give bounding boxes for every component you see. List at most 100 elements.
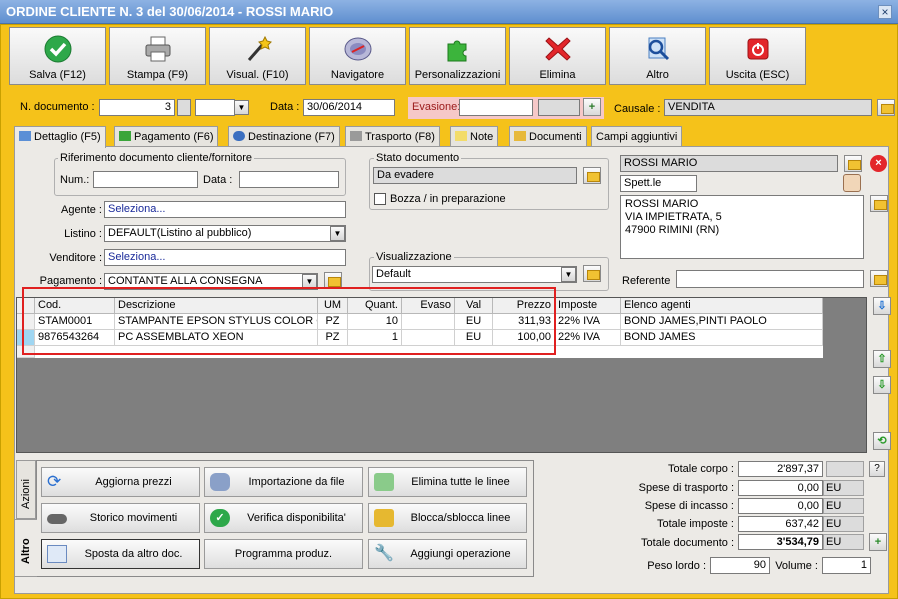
navigator-button[interactable]: Navigatore bbox=[309, 27, 406, 85]
causale-folder-icon[interactable] bbox=[877, 99, 895, 116]
aggiorna-prezzi-button[interactable]: ⟳ Aggiorna prezzi bbox=[41, 467, 200, 497]
referente-label: Referente bbox=[622, 275, 671, 287]
zoom-in-icon[interactable]: + bbox=[869, 533, 887, 551]
visual-folder-icon[interactable] bbox=[583, 265, 601, 282]
tab-note[interactable]: Note bbox=[450, 126, 499, 147]
address-folder-icon[interactable] bbox=[870, 195, 888, 212]
salutation-input[interactable]: Spett.le bbox=[620, 175, 697, 192]
tab-campi-label: Campi aggiuntivi bbox=[596, 131, 678, 143]
zoom-in-icon[interactable]: + bbox=[583, 98, 601, 116]
listino-select[interactable]: DEFAULT(Listino al pubblico) bbox=[104, 225, 346, 242]
rif-num-input[interactable] bbox=[93, 171, 198, 188]
preview-button-label: Visual. (F10) bbox=[226, 69, 289, 81]
sposta-button[interactable]: Sposta da altro doc. bbox=[41, 539, 200, 569]
cliente-folder-icon[interactable] bbox=[844, 155, 862, 172]
person-icon[interactable] bbox=[843, 174, 861, 192]
tab-destinazione[interactable]: Destinazione (F7) bbox=[228, 126, 340, 147]
ndoc-spin[interactable] bbox=[177, 99, 191, 116]
preview-button[interactable]: Visual. (F10) bbox=[209, 27, 306, 85]
chevron-down-icon[interactable]: ▼ bbox=[561, 267, 576, 282]
blocca-button[interactable]: Blocca/sblocca linee bbox=[368, 503, 527, 533]
bozza-checkbox[interactable] bbox=[374, 193, 386, 205]
causale-input[interactable]: VENDITA bbox=[664, 99, 872, 116]
cliente-address[interactable]: ROSSI MARIO VIA IMPIETRATA, 5 47900 RIMI… bbox=[620, 195, 864, 259]
exit-button-label: Uscita (ESC) bbox=[725, 69, 790, 81]
totale-corpo-value: 2'897,37 bbox=[738, 461, 823, 477]
customize-button[interactable]: Personalizzazioni bbox=[409, 27, 506, 85]
tab-altro[interactable]: Altro bbox=[14, 519, 37, 577]
table-cell[interactable]: BOND JAMES bbox=[621, 330, 823, 346]
stato-folder-icon[interactable] bbox=[583, 167, 601, 184]
storico-button[interactable]: Storico movimenti bbox=[41, 503, 200, 533]
aggiungi-operazione-button[interactable]: 🔧 Aggiungi operazione bbox=[368, 539, 527, 569]
button-label: Sposta da altro doc. bbox=[84, 548, 183, 560]
elimina-linee-button[interactable]: Elimina tutte le linee bbox=[368, 467, 527, 497]
magnifier-icon bbox=[648, 37, 669, 61]
peso-value[interactable]: 90 bbox=[710, 557, 770, 574]
note-icon bbox=[455, 131, 467, 141]
delete-button-label: Elimina bbox=[539, 69, 576, 81]
table-cell[interactable]: BOND JAMES,PINTI PAOLO bbox=[621, 314, 823, 330]
agente-input[interactable]: Seleziona... bbox=[104, 201, 346, 218]
button-label: Programma produz. bbox=[234, 548, 333, 560]
check-icon: ✓ bbox=[210, 509, 230, 527]
referente-input[interactable] bbox=[676, 270, 864, 288]
save-button[interactable]: Salva (F12) bbox=[9, 27, 106, 85]
tab-azioni[interactable]: Azioni bbox=[16, 460, 36, 519]
chevron-down-icon[interactable]: ▼ bbox=[330, 226, 345, 241]
totale-imposte-label: Totale imposte : bbox=[656, 518, 734, 530]
button-label: Verifica disponibilita' bbox=[247, 512, 346, 524]
tab-dettaglio[interactable]: Dettaglio (F5) bbox=[14, 126, 106, 148]
visual-select[interactable]: Default bbox=[372, 266, 577, 283]
refresh-icon[interactable]: ⟲ bbox=[873, 432, 891, 450]
delete-button[interactable]: Elimina bbox=[509, 27, 606, 85]
close-button[interactable]: × bbox=[878, 5, 892, 19]
ndoc-suffix-select[interactable] bbox=[195, 99, 235, 116]
cliente-name-input[interactable]: ROSSI MARIO bbox=[620, 155, 838, 172]
exit-button[interactable]: Uscita (ESC) bbox=[709, 27, 806, 85]
col-agenti[interactable]: Elenco agenti bbox=[621, 298, 823, 314]
tab-campi-aggiuntivi[interactable]: Campi aggiuntivi bbox=[591, 126, 683, 147]
date-input[interactable]: 30/06/2014 bbox=[303, 99, 395, 116]
bozza-label: Bozza / in preparazione bbox=[390, 193, 506, 205]
truck-icon bbox=[350, 131, 362, 141]
evasione-time-input[interactable] bbox=[538, 99, 580, 116]
tab-pagamento[interactable]: Pagamento (F6) bbox=[114, 126, 219, 147]
help-button[interactable]: ? bbox=[869, 461, 885, 477]
ndoc-input[interactable]: 3 bbox=[99, 99, 175, 116]
referente-folder-icon[interactable] bbox=[870, 270, 888, 287]
power-icon bbox=[747, 38, 768, 60]
print-button[interactable]: Stampa (F9) bbox=[109, 27, 206, 85]
customize-button-label: Personalizzazioni bbox=[414, 69, 501, 81]
tab-documenti[interactable]: Documenti bbox=[509, 126, 587, 147]
col-imposte[interactable]: Imposte bbox=[555, 298, 621, 314]
remove-icon[interactable]: × bbox=[870, 155, 887, 172]
arrow-down-blue-icon[interactable]: ⇩ bbox=[873, 297, 891, 315]
stato-input[interactable]: Da evadere bbox=[373, 167, 577, 184]
database-import-icon bbox=[210, 473, 230, 491]
tab-note-label: Note bbox=[470, 131, 494, 143]
importazione-button[interactable]: Importazione da file bbox=[204, 467, 363, 497]
evasione-label: Evasione: bbox=[412, 101, 461, 113]
spese-incasso-value[interactable]: 0,00 bbox=[738, 498, 823, 514]
chevron-down-icon[interactable]: ▼ bbox=[234, 100, 249, 115]
rif-date-input[interactable] bbox=[239, 171, 339, 188]
table-cell[interactable]: 22% IVA bbox=[555, 330, 621, 346]
highlight-box bbox=[22, 287, 556, 355]
other-button[interactable]: Altro bbox=[609, 27, 706, 85]
programma-button[interactable]: Programma produz. bbox=[204, 539, 363, 569]
pagamento-label: Pagamento : bbox=[39, 275, 102, 287]
spese-trasporto-value[interactable]: 0,00 bbox=[738, 480, 823, 496]
rif-title: Riferimento documento cliente/fornitore bbox=[58, 152, 254, 164]
arrow-up-icon[interactable]: ⇧ bbox=[873, 350, 891, 368]
evasione-date-input[interactable] bbox=[459, 99, 533, 116]
arrow-down-icon[interactable]: ⇩ bbox=[873, 376, 891, 394]
volume-value[interactable]: 1 bbox=[822, 557, 871, 574]
tab-trasporto[interactable]: Trasporto (F8) bbox=[345, 126, 440, 147]
button-label: Elimina tutte le linee bbox=[411, 476, 510, 488]
venditore-input[interactable]: Seleziona... bbox=[104, 249, 346, 266]
table-cell[interactable]: 22% IVA bbox=[555, 314, 621, 330]
currency-unit: EU bbox=[823, 498, 864, 514]
tab-documenti-label: Documenti bbox=[529, 131, 582, 143]
verifica-button[interactable]: ✓ Verifica disponibilita' bbox=[204, 503, 363, 533]
